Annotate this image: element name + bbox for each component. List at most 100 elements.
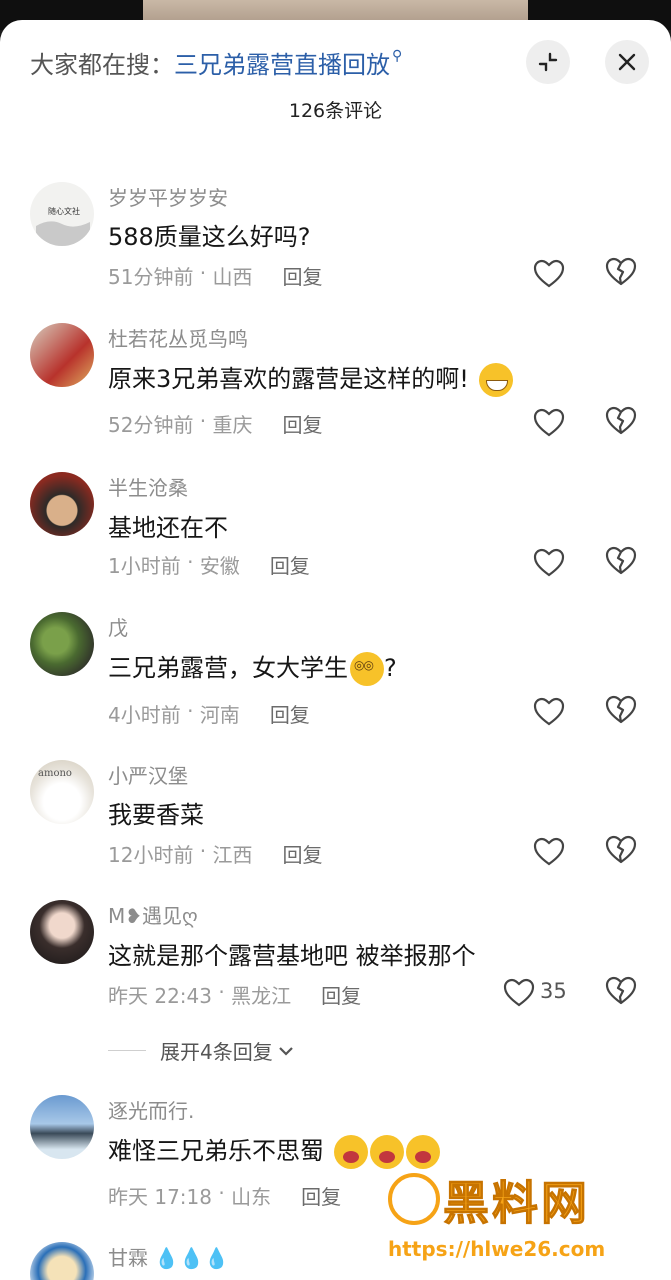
crying-laughing-emoji-icon [333,1135,368,1169]
close-button[interactable] [605,40,649,84]
avatar[interactable] [30,612,94,676]
comment-meta: 51分钟前 · 山西 回复 [108,261,323,290]
broken-heart-icon [605,695,637,724]
divider [108,1050,146,1051]
search-term-link[interactable]: 三兄弟露营直播回放 [174,45,390,80]
reply-button[interactable]: 回复 [283,261,323,290]
comment-text: 我要香菜 [108,801,204,829]
comment-text-suffix: ? [384,654,397,682]
dot-separator: · [193,261,213,285]
avatar[interactable]: 随心文社 [30,182,94,246]
search-prefix: 大家都在搜： [30,50,174,79]
watermark-url: https://hlwe26.com [388,1237,606,1261]
comment-location: 河南 [199,703,240,727]
comment-username[interactable]: 岁岁平岁岁安 [108,182,228,211]
heart-outline-icon [533,548,565,577]
reply-button[interactable]: 回复 [270,550,310,579]
reply-button[interactable]: 回复 [321,980,361,1009]
broken-heart-icon [605,976,637,1005]
dot-separator: · [180,550,200,574]
comment-count: 126条评论 [288,100,383,122]
like-button[interactable] [503,976,539,1010]
close-icon [618,53,636,71]
avatar-caption: 随心文社 [48,206,80,216]
heart-outline-icon [533,259,565,288]
dislike-button[interactable] [605,546,641,580]
comment-username[interactable]: 甘霖 💧💧💧 [108,1242,229,1271]
comment-meta: 1小时前 · 安徽 回复 [108,550,310,579]
comment-username[interactable]: 戊 [108,612,128,641]
dislike-button[interactable] [605,835,641,869]
comment-location: 黑龙江 [231,984,292,1008]
comment-time: 4小时前 [108,703,181,727]
comment-time: 昨天 17:18 [108,1185,212,1209]
dot-separator: · [212,980,232,1004]
avatar[interactable]: amono [30,760,94,824]
comment-meta: 52分钟前 · 重庆 回复 [108,409,323,438]
comment-meta: 昨天 22:43 · 黑龙江 回复 [108,980,361,1009]
comment-username[interactable]: 小严汉堡 [108,760,188,789]
collapse-icon [538,52,558,72]
comment-text: 基地还在不 [108,514,228,542]
reply-button[interactable]: 回复 [283,839,323,868]
comment-username[interactable]: M❥遇见ღ [108,900,198,929]
like-button[interactable] [533,257,569,291]
collapse-button[interactable] [526,40,570,84]
crying-laughing-emoji-icon [369,1135,404,1169]
broken-heart-icon [605,257,637,286]
avatar[interactable] [30,323,94,387]
dot-separator: · [193,839,213,863]
like-count: 35 [540,979,567,1003]
heart-outline-icon [503,978,535,1007]
username-text: 甘霖 [108,1246,148,1270]
comment-location: 重庆 [212,413,253,437]
comment-username[interactable]: 半生沧桑 [108,472,188,501]
search-suggestion[interactable]: 大家都在搜： 三兄弟露营直播回放 ⚲ [30,42,402,82]
search-icon: ⚲ [392,48,403,64]
watermark-title: 黑料网 [443,1176,590,1231]
comment-meta: 4小时前 · 河南 回复 [108,699,310,728]
comment-meta: 昨天 17:18 · 山东 回复 [108,1181,341,1210]
heart-outline-icon [533,408,565,437]
crying-laughing-emoji-icon [405,1135,440,1169]
dislike-button[interactable] [605,406,641,440]
comment-time: 1小时前 [108,554,181,578]
comment-location: 山东 [231,1185,272,1209]
comment-username[interactable]: 逐光而行. [108,1095,194,1124]
reply-button[interactable]: 回复 [283,409,323,438]
heart-outline-icon [533,697,565,726]
like-button[interactable] [533,695,569,729]
avatar[interactable] [30,1242,94,1280]
comment-text: 难怪三兄弟乐不思蜀 [108,1131,440,1169]
comment-text-body: 原来3兄弟喜欢的露营是这样的啊! [108,365,469,393]
avatar-caption: amono [38,768,72,779]
comment-text: 三兄弟露营，女大学生? [108,648,397,686]
avatar[interactable] [30,900,94,964]
like-button[interactable] [533,406,569,440]
broken-heart-icon [605,406,637,435]
dislike-button[interactable] [605,976,641,1010]
comment-time: 12小时前 [108,843,194,867]
expand-replies-button[interactable]: 展开4条回复 [108,1036,295,1065]
avatar[interactable] [30,1095,94,1159]
grin-emoji-icon [478,363,513,397]
reply-button[interactable]: 回复 [270,699,310,728]
comment-text: 原来3兄弟喜欢的露营是这样的啊! [108,359,513,397]
like-button[interactable] [533,546,569,580]
chevron-down-icon [278,1046,293,1056]
avatar[interactable] [30,472,94,536]
comment-meta: 12小时前 · 江西 回复 [108,839,323,868]
broken-heart-icon [605,835,637,864]
dot-separator: · [180,699,200,723]
comment-location: 山西 [212,265,253,289]
reply-button[interactable]: 回复 [301,1181,341,1210]
heart-outline-icon [533,837,565,866]
dislike-button[interactable] [605,257,641,291]
dislike-button[interactable] [605,695,641,729]
comment-username[interactable]: 杜若花丛觅鸟鸣 [108,323,248,352]
droplet-icon: 💧💧💧 [154,1246,230,1270]
like-button[interactable] [533,835,569,869]
comment-time: 51分钟前 [108,265,194,289]
comment-time: 52分钟前 [108,413,194,437]
dot-separator: · [193,409,213,433]
